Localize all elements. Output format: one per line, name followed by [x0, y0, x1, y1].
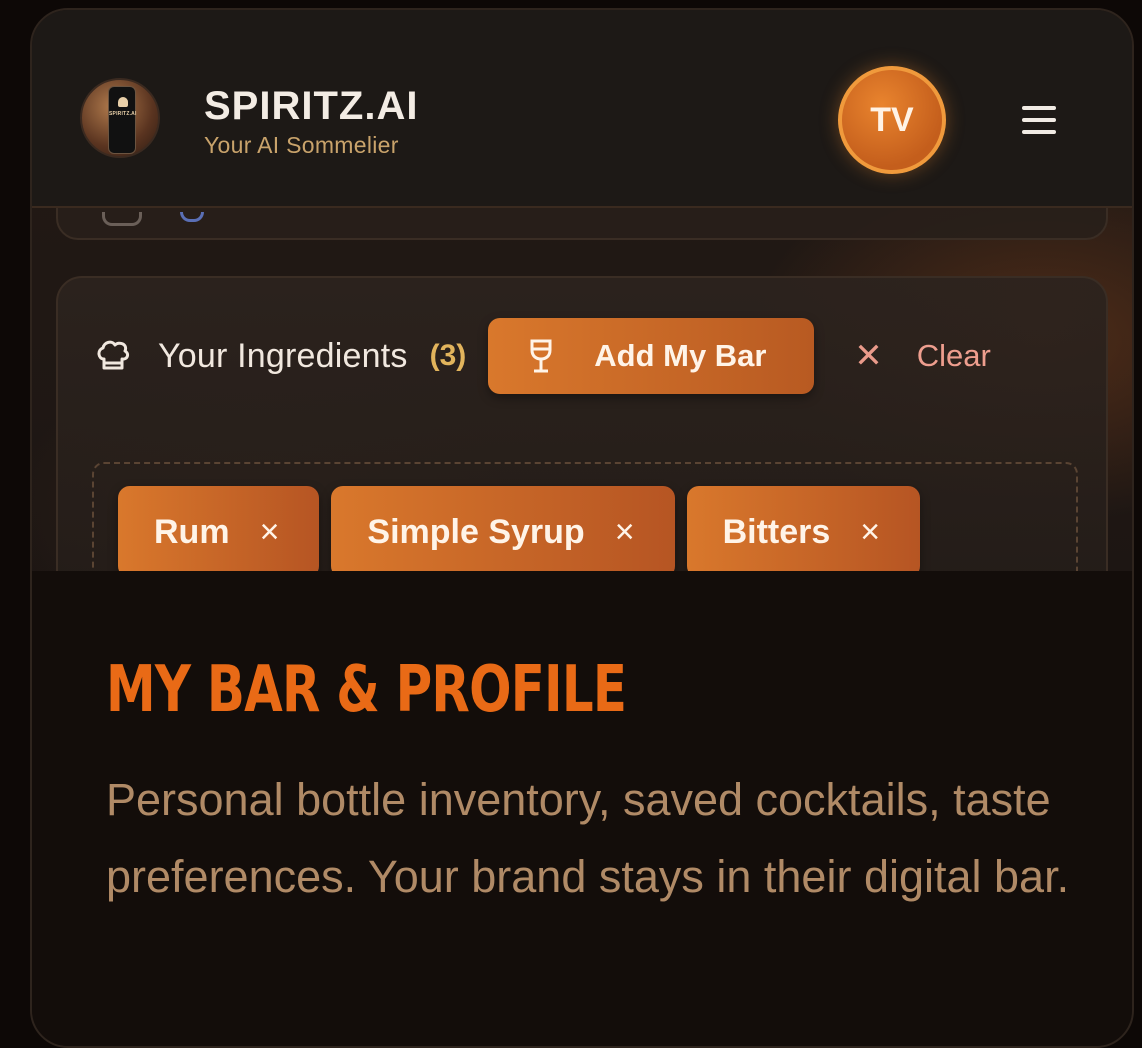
feature-title: MY BAR & PROFILE: [106, 653, 627, 727]
menu-bar-line: [1022, 106, 1056, 110]
ingredients-count: (3): [429, 339, 467, 372]
partial-icon: [102, 212, 142, 226]
logo-text: SPIRITZ.AI: [109, 111, 137, 117]
logo-phone-image: SPIRITZ.AI: [108, 86, 136, 154]
ingredient-chip-list: Rum × Simple Syrup × Bitters ×: [118, 486, 932, 578]
add-my-bar-label: Add My Bar: [594, 338, 767, 373]
top-header: SPIRITZ.AI SPIRITZ.AI Your AI Sommelier …: [32, 10, 1132, 208]
remove-chip-icon[interactable]: ×: [615, 513, 635, 552]
chef-hat-icon: [97, 340, 130, 370]
chip-label: Bitters: [722, 512, 831, 551]
brand-title: SPIRITZ.AI: [204, 84, 419, 128]
wine-glass-icon: [530, 339, 552, 373]
logo-glyph-icon: [118, 97, 128, 107]
brand-subtitle: Your AI Sommelier: [204, 132, 399, 158]
menu-bar-line: [1022, 130, 1056, 134]
ingredients-header: Your Ingredients (3) Add My Bar ✕ Clear: [94, 318, 991, 394]
ingredient-chip-rum[interactable]: Rum ×: [118, 486, 320, 578]
feature-description: Personal bottle inventory, saved cocktai…: [106, 774, 1070, 902]
clear-label: Clear: [916, 338, 991, 373]
close-icon: ✕: [854, 337, 883, 375]
clear-button[interactable]: ✕ Clear: [854, 336, 991, 376]
menu-bar-line: [1022, 118, 1056, 122]
add-my-bar-button[interactable]: Add My Bar: [488, 318, 815, 394]
user-avatar[interactable]: TV: [838, 66, 946, 174]
remove-chip-icon[interactable]: ×: [860, 513, 880, 552]
brand-block: SPIRITZ.AI Your AI Sommelier: [204, 84, 418, 159]
ingredient-chip-simple-syrup[interactable]: Simple Syrup ×: [331, 486, 675, 578]
brand-logo[interactable]: SPIRITZ.AI: [80, 78, 160, 158]
ingredient-chip-bitters[interactable]: Bitters ×: [686, 486, 921, 578]
partial-icon: [180, 212, 204, 222]
app-frame: SPIRITZ.AI SPIRITZ.AI Your AI Sommelier …: [30, 8, 1134, 1048]
hamburger-menu-icon[interactable]: [1022, 106, 1056, 134]
chip-label: Rum: [154, 512, 230, 551]
remove-chip-icon[interactable]: ×: [260, 513, 280, 552]
ingredients-title: Your Ingredients: [158, 336, 408, 375]
chip-label: Simple Syrup: [367, 512, 585, 551]
feature-info-section: MY BAR & PROFILE Personal bottle invento…: [32, 571, 1132, 1046]
